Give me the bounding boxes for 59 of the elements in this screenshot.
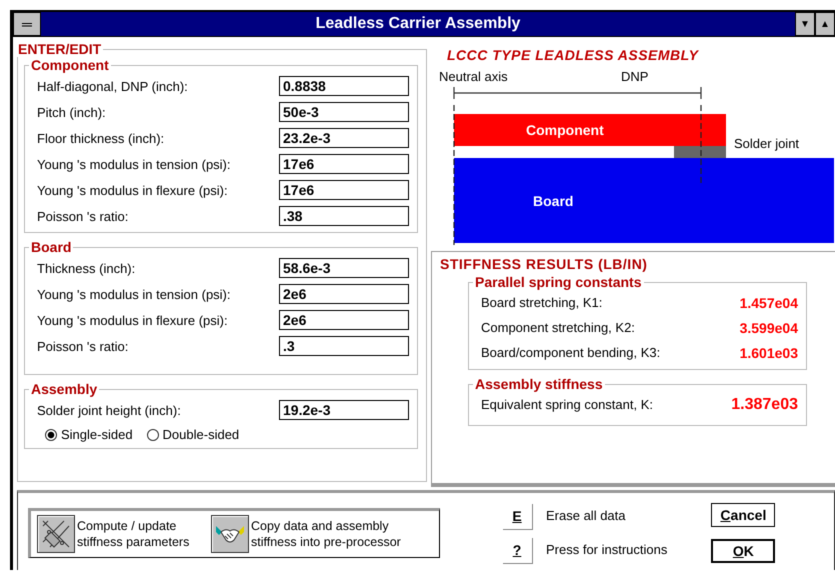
minimize-button[interactable]: ▼ xyxy=(795,12,815,36)
shortcut-label: Press for instructions xyxy=(546,542,668,557)
field-label: Poisson 's ratio: xyxy=(37,338,128,354)
input-field[interactable]: .38 xyxy=(279,206,409,226)
window-title: Leadless Carrier Assembly xyxy=(314,14,522,34)
group-title: Board xyxy=(30,239,72,255)
result-label: Board stretching, K1: xyxy=(481,295,602,310)
field-label: Solder joint height (inch): xyxy=(37,402,181,418)
field-label: Young 's modulus in flexure (psi): xyxy=(37,312,228,328)
input-field[interactable]: 19.2e-3 xyxy=(279,400,409,420)
maximize-button[interactable]: ▲ xyxy=(815,12,835,36)
result-value: 1.457e04 xyxy=(740,294,798,310)
field-label: Floor thickness (inch): xyxy=(37,130,164,146)
input-field[interactable]: 23.2e-3 xyxy=(279,128,409,148)
radio-option[interactable]: Single-sided xyxy=(45,427,133,442)
input-field[interactable]: 2e6 xyxy=(279,284,409,304)
input-field[interactable]: 17e6 xyxy=(279,180,409,200)
copy-button[interactable] xyxy=(211,514,249,552)
radio-option[interactable]: Double-sided xyxy=(146,427,240,442)
component-label: Component xyxy=(526,122,604,138)
result-label: Equivalent spring constant, K: xyxy=(481,397,653,412)
axis-label: DNP xyxy=(621,69,648,84)
input-field[interactable]: 0.8838 xyxy=(279,76,409,96)
field-label: Pitch (inch): xyxy=(37,104,106,120)
action-label: Compute / update stiffness parameters xyxy=(77,518,190,550)
group-title: Assembly xyxy=(30,381,98,397)
shortcut-label: Erase all data xyxy=(546,508,626,523)
solder-joint-label: Solder joint xyxy=(734,136,800,151)
axis-label: Neutral axis xyxy=(439,69,508,84)
ruler-pencil-icon xyxy=(40,518,72,550)
input-field[interactable]: .3 xyxy=(279,336,409,356)
result-label: Board/component bending, K3: xyxy=(481,345,660,360)
board-label: Board xyxy=(533,193,574,209)
input-field[interactable]: 2e6 xyxy=(279,310,409,330)
cancel-button[interactable]: Cancel xyxy=(711,502,776,526)
result-value: 1.601e03 xyxy=(740,344,798,360)
result-label: Component stretching, K2: xyxy=(481,320,635,335)
compute-button[interactable] xyxy=(37,514,75,552)
ok-button[interactable]: OK xyxy=(711,538,776,562)
system-menu-button[interactable]: ═ xyxy=(13,12,41,36)
input-field[interactable]: 58.6e-3 xyxy=(279,258,409,278)
field-label: Poisson 's ratio: xyxy=(37,208,128,224)
field-label: Young 's modulus in tension (psi): xyxy=(37,286,231,302)
results-title: STIFFNESS RESULTS (LB/IN) xyxy=(440,256,648,272)
result-value: 3.599e04 xyxy=(740,320,798,336)
group-title: Assembly stiffness xyxy=(474,376,604,392)
group-title: ENTER/EDIT xyxy=(17,41,102,57)
solder-joint-block xyxy=(674,146,726,158)
group-title: Component xyxy=(30,57,110,73)
field-label: Half-diagonal, DNP (inch): xyxy=(37,78,188,94)
field-label: Thickness (inch): xyxy=(37,260,136,276)
field-label: Young 's modulus in flexure (psi): xyxy=(37,182,228,198)
group-title: Parallel spring constants xyxy=(474,274,642,290)
input-field[interactable]: 17e6 xyxy=(279,154,409,174)
input-field[interactable]: 50e-3 xyxy=(279,102,409,122)
action-label: Copy data and assembly stiffness into pre-processor xyxy=(251,518,402,550)
field-label: Young 's modulus in tension (psi): xyxy=(37,156,231,172)
diagram-title: LCCC TYPE LEADLESS ASSEMBLY xyxy=(447,47,700,63)
result-value: 1.387e03 xyxy=(731,396,798,414)
